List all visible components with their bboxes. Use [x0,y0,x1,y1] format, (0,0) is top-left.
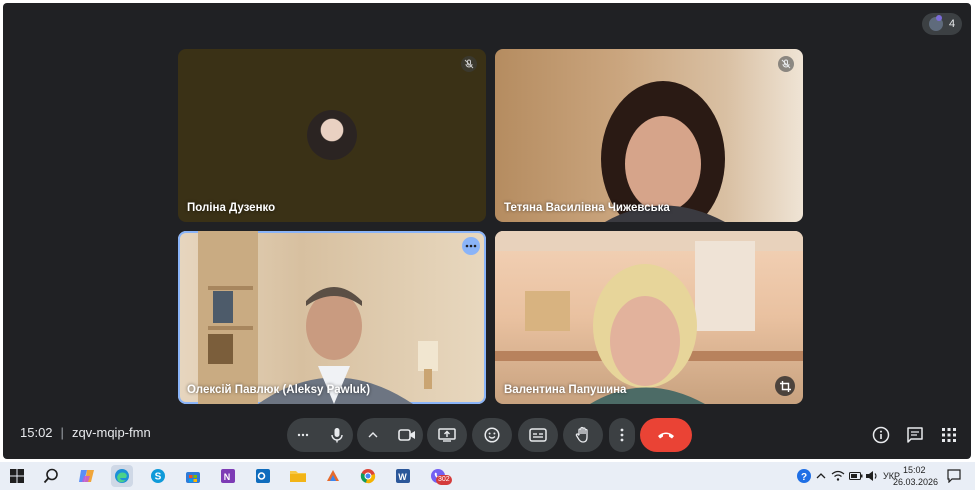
viber-button[interactable]: 302 [427,465,452,487]
participant-name: Поліна Дузенко [187,202,276,214]
participant-video [495,231,803,404]
chat-button[interactable] [903,423,927,447]
folder-icon [290,471,306,482]
microsoft365-button[interactable] [322,465,344,487]
edge-button[interactable] [111,465,133,487]
wifi-icon [831,470,845,481]
hand-icon [575,426,588,443]
participants-avatars-icon [928,15,943,31]
chrome-button[interactable] [357,465,379,487]
microphone-icon [331,428,343,443]
camera-icon [398,429,415,441]
participants-count: 4 [948,18,956,30]
emoji-icon [484,427,500,443]
more-options-button[interactable] [609,418,635,452]
outlook-icon [256,469,270,483]
search-button[interactable] [40,465,62,487]
start-button[interactable] [6,465,28,487]
captions-icon [529,428,547,442]
participant-video [601,81,725,222]
windows-logo-icon [10,469,24,483]
leave-call-button[interactable] [640,418,692,452]
onenote-icon: N [221,469,235,483]
edge-icon [115,469,129,483]
svg-text:S: S [155,472,162,483]
raise-hand-button[interactable] [563,418,603,452]
info-icon [872,426,890,444]
file-explorer-button[interactable] [287,465,309,487]
meeting-separator: | [60,425,64,440]
meeting-info: 15:02 | zqv-mqip-fmn [20,425,151,440]
word-icon: W [396,469,410,483]
outlook-button[interactable] [252,465,274,487]
onenote-button[interactable]: N [217,465,239,487]
audio-options-button[interactable] [286,418,320,452]
participant-tile-active[interactable]: Олексій Павлюк (Aleksy Pawluk) [178,231,486,404]
meeting-time: 15:02 [20,425,53,440]
meeting-code: zqv-mqip-fmn [71,425,151,440]
microphone-button[interactable] [320,418,354,452]
help-icon: ? [797,469,811,483]
copilot-button[interactable] [76,465,98,487]
clock-time[interactable]: 15:02 [903,465,926,475]
video-options-button[interactable] [356,418,390,452]
participant-name: Олексій Павлюк (Aleksy Pawluk) [187,384,371,396]
svg-text:?: ? [801,472,807,483]
participant-name: Тетяна Василівна Чижевська [504,202,670,214]
svg-text:W: W [398,472,407,482]
chrome-icon [360,469,376,484]
m365-icon [327,470,339,481]
end-call-icon [658,432,674,439]
participant-name: Валентина Папушина [504,384,627,396]
chat-icon [907,427,923,443]
store-button[interactable] [182,465,204,487]
reactions-button[interactable] [472,418,512,452]
activities-button[interactable] [937,423,961,447]
skype-button[interactable]: S [147,465,169,487]
avatar [307,110,357,160]
store-icon [186,472,200,483]
participant-tile[interactable]: Тетяна Василівна Чижевська [495,49,803,222]
help-button[interactable]: ? [793,465,815,487]
camera-button[interactable] [390,418,424,452]
participants-button[interactable]: 4 [922,13,962,35]
more-options-icon[interactable] [462,237,480,255]
control-bar: 15:02 | zqv-mqip-fmn [3,415,971,455]
more-horiz-icon [297,433,309,437]
windows-taskbar: S N W 302 ? УКР 15:02 26.03.2026 [0,462,975,490]
svg-text:N: N [224,472,231,482]
battery-button[interactable] [848,465,864,487]
chevron-up-icon [816,473,826,479]
battery-icon [849,472,863,480]
notification-icon [947,469,961,483]
viber-badge: 302 [436,475,452,485]
show-hidden-icons-button[interactable] [813,465,829,487]
clock-date[interactable]: 26.03.2026 [893,477,938,487]
notifications-button[interactable] [943,465,965,487]
mic-off-icon [461,56,477,72]
mic-off-icon [778,56,794,72]
search-icon [43,468,58,484]
audio-controls [287,418,353,452]
video-controls [357,418,423,452]
meeting-details-button[interactable] [869,423,893,447]
captions-button[interactable] [518,418,558,452]
wifi-button[interactable] [830,465,846,487]
crop-icon[interactable] [775,376,795,396]
participant-video [198,231,438,404]
apps-grid-icon [942,428,956,442]
skype-icon: S [151,469,165,483]
chevron-up-icon [368,432,378,438]
word-button[interactable]: W [392,465,414,487]
more-vert-icon [620,428,624,442]
participant-tile[interactable]: Валентина Папушина [495,231,803,404]
present-screen-icon [438,428,456,442]
present-screen-button[interactable] [427,418,467,452]
meet-window: 4 Поліна Дузенко Тетяна Василівна Чижевс… [3,3,971,459]
copilot-icon [79,470,94,482]
participant-tile[interactable]: Поліна Дузенко [178,49,486,222]
